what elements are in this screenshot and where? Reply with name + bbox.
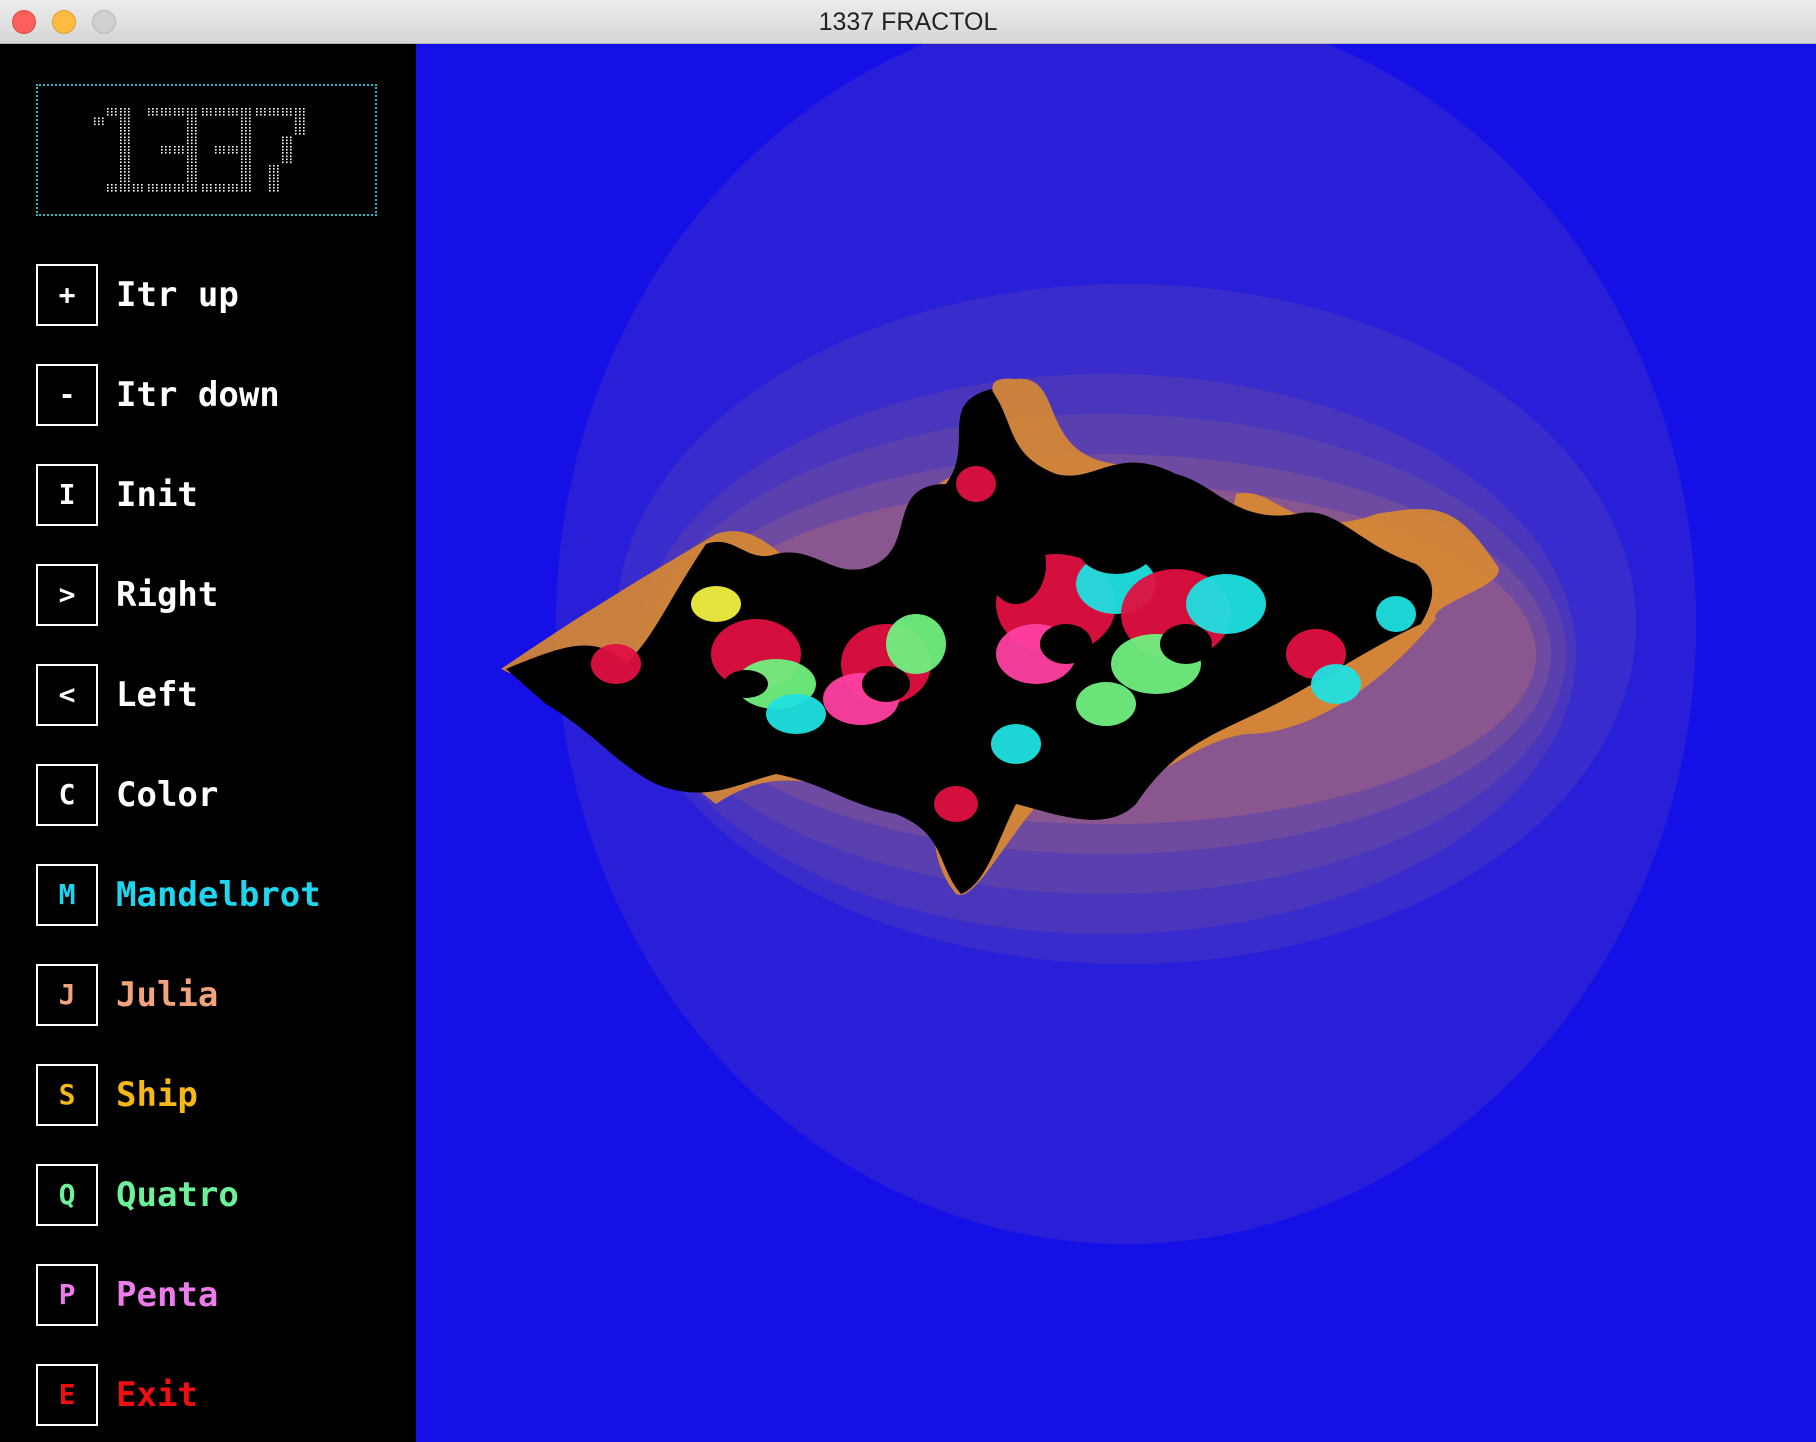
menu-item-label: Itr down — [116, 375, 280, 415]
shortcut-key: E — [36, 1364, 98, 1426]
shortcut-key: Q — [36, 1164, 98, 1226]
shortcut-key: I — [36, 464, 98, 526]
controls-sidebar: + Itr up - Itr down I Init > Right < Left C Color M M… — [0, 44, 416, 1442]
menu-item-label: Itr up — [116, 275, 239, 315]
menu-item-label: Color — [116, 775, 219, 815]
menu-item-label: Mandelbrot — [116, 875, 321, 915]
menu-item-label: Julia — [116, 975, 219, 1015]
menu-item-itr-down[interactable]: - Itr down — [36, 364, 396, 426]
menu-item-label: Left — [116, 675, 198, 715]
menu-item-penta[interactable]: P Penta — [36, 1264, 396, 1326]
menu-item-ship[interactable]: S Ship — [36, 1064, 396, 1126]
menu-item-label: Right — [116, 575, 219, 615]
shortcut-key: < — [36, 664, 98, 726]
shortcut-key: J — [36, 964, 98, 1026]
menu-item-itr-up[interactable]: + Itr up — [36, 264, 396, 326]
shortcut-key: > — [36, 564, 98, 626]
menu-item-exit[interactable]: E Exit — [36, 1364, 396, 1426]
shortcut-key: P — [36, 1264, 98, 1326]
menu-item-label: Exit — [116, 1375, 198, 1415]
julia-fractal-render[interactable] — [416, 44, 1816, 1442]
window-title: 1337 FRACTOL — [818, 8, 998, 36]
menu-item-left[interactable]: < Left — [36, 664, 396, 726]
shortcut-key: + — [36, 264, 98, 326]
shortcut-key: S — [36, 1064, 98, 1126]
menu-item-quatro[interactable]: Q Quatro — [36, 1164, 396, 1226]
menu-item-color[interactable]: C Color — [36, 764, 396, 826]
shortcut-key: M — [36, 864, 98, 926]
menu-item-init[interactable]: I Init — [36, 464, 396, 526]
menu-item-label: Ship — [116, 1075, 198, 1115]
menu-item-label: Penta — [116, 1275, 219, 1315]
app-window: 1337 FRACTOL + Itr up - Itr down I Init > Right… — [0, 0, 1816, 1442]
logo-dot-matrix — [94, 108, 305, 192]
menu-item-label: Quatro — [116, 1175, 239, 1215]
menu-item-mandelbrot[interactable]: M Mandelbrot — [36, 864, 396, 926]
shortcut-key: - — [36, 364, 98, 426]
logo-1337 — [36, 84, 377, 216]
menu-item-right[interactable]: > Right — [36, 564, 396, 626]
menu-item-julia[interactable]: J Julia — [36, 964, 396, 1026]
shortcut-key: C — [36, 764, 98, 826]
title-bar[interactable]: 1337 FRACTOL — [0, 0, 1816, 44]
fractal-canvas[interactable] — [416, 44, 1816, 1442]
menu-item-label: Init — [116, 475, 198, 515]
